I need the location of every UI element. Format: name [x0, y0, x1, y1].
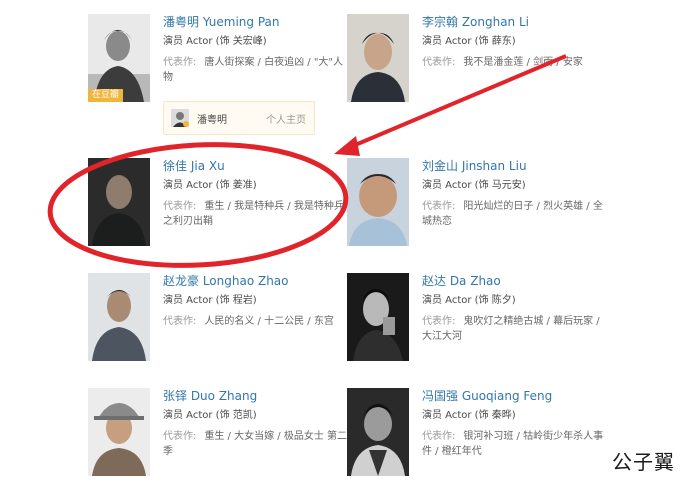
annotation-arrowhead — [334, 136, 360, 156]
annotation-overlay — [47, 54, 567, 268]
annotation-arrow — [347, 54, 567, 150]
watermark-text: 公子翼 — [612, 450, 675, 474]
highlight-circle — [47, 142, 349, 268]
